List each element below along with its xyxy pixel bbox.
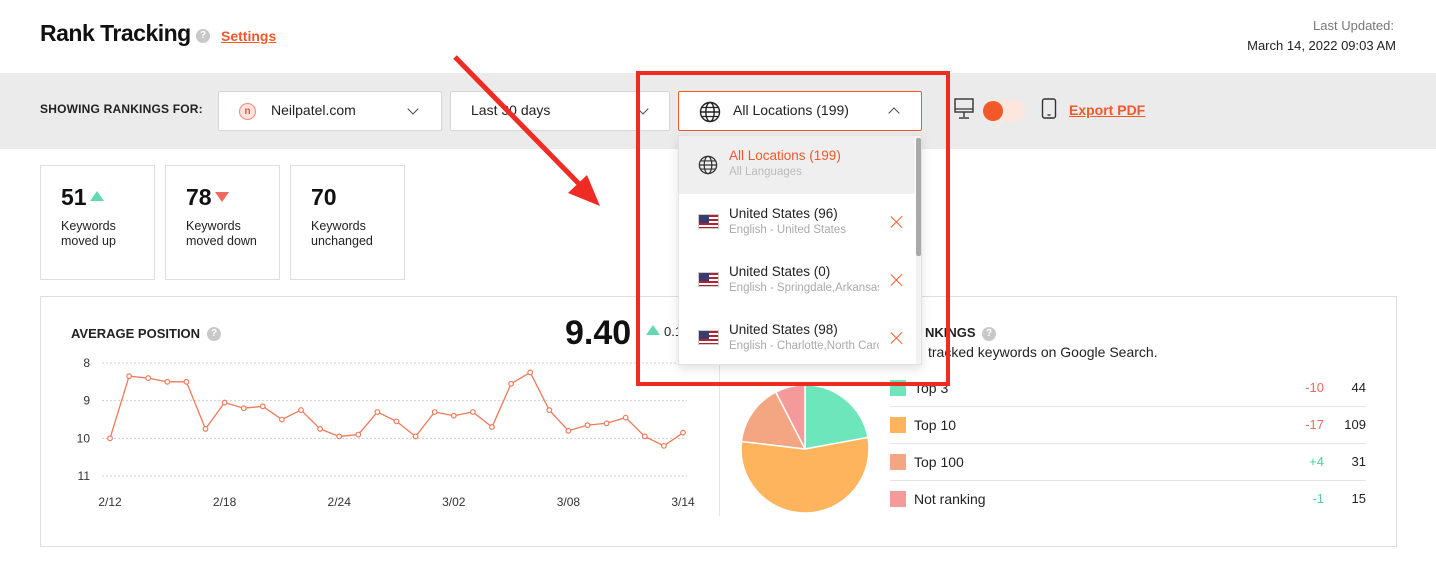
last-updated-label: Last Updated:: [1313, 18, 1394, 33]
stat-card-moved-down: 78 Keywords moved down: [165, 165, 280, 280]
legend-row-not-ranking: Not ranking -1 15: [890, 481, 1366, 518]
data-point: [221, 399, 228, 406]
device-toggle[interactable]: [983, 100, 1025, 122]
site-select-value: Neilpatel.com: [271, 102, 356, 118]
legend-count: 15: [1351, 491, 1366, 506]
y-tick-label: 11: [78, 469, 91, 483]
data-point: [641, 433, 648, 440]
toggle-knob: [983, 101, 1003, 121]
data-point: [107, 435, 113, 442]
legend-change: -10: [1305, 380, 1324, 395]
legend-change: +4: [1309, 454, 1324, 469]
x-tick-label: 3/08: [557, 495, 581, 509]
export-pdf-link[interactable]: Export PDF: [1069, 102, 1145, 118]
data-point: [412, 433, 419, 440]
data-point: [240, 405, 247, 412]
stat-label: Keywords: [186, 219, 241, 233]
x-tick-label: 3/14: [671, 495, 695, 509]
desktop-icon[interactable]: [954, 98, 974, 120]
data-point: [164, 378, 171, 385]
y-tick-label: 8: [83, 356, 90, 370]
data-point: [680, 429, 686, 436]
date-range-value: Last 30 days: [471, 102, 551, 118]
stat-value: 51: [61, 184, 87, 210]
data-point: [336, 433, 343, 440]
data-point: [431, 409, 438, 415]
page-title: Rank Tracking: [40, 20, 191, 46]
x-tick-label: 2/12: [98, 495, 122, 509]
data-point: [584, 422, 591, 429]
legend-label: Not ranking: [914, 491, 986, 507]
data-point: [145, 375, 152, 381]
data-point: [622, 414, 629, 421]
data-point: [202, 426, 209, 432]
trend-down-icon: [214, 192, 229, 202]
data-point: [603, 420, 610, 427]
data-point: [393, 418, 400, 425]
stat-label: moved up: [61, 234, 116, 248]
data-point: [527, 369, 534, 376]
stat-value: 70: [311, 184, 337, 210]
stat-card-unchanged: 70 Keywords unchanged: [290, 165, 405, 280]
annotation-highlight-box: [636, 71, 950, 386]
settings-link[interactable]: Settings: [221, 28, 276, 44]
stat-label: moved down: [186, 234, 257, 248]
data-point: [298, 407, 304, 413]
legend-swatch: [890, 491, 906, 507]
legend-row-top-10: Top 10 -17 109: [890, 407, 1366, 444]
legend-row-top-100: Top 100 +4 31: [890, 444, 1366, 481]
stat-value: 78: [186, 184, 212, 210]
data-point: [565, 427, 572, 434]
average-position-line-chart: 8 9 10 11 2/12 2/18 2/24 3/02 3/08 3/14: [77, 356, 695, 509]
data-point: [355, 431, 362, 438]
help-icon[interactable]: ?: [207, 327, 221, 341]
data-point: [278, 416, 285, 423]
legend-change: -17: [1305, 417, 1324, 432]
chevron-down-icon: [407, 103, 419, 115]
legend-count: 31: [1351, 454, 1366, 469]
data-point: [470, 409, 476, 415]
help-icon[interactable]: ?: [982, 327, 996, 341]
y-tick-label: 9: [83, 394, 90, 408]
legend-label: Top 10: [914, 417, 957, 433]
data-point: [317, 426, 324, 432]
data-point: [183, 378, 190, 385]
trend-up-icon: [89, 191, 104, 201]
legend-swatch: [890, 417, 906, 433]
help-icon[interactable]: ?: [196, 29, 210, 43]
legend-change: -1: [1312, 491, 1324, 506]
legend-label: Top 100: [914, 454, 964, 470]
average-position-line: [109, 371, 684, 447]
legend-count: 44: [1351, 380, 1366, 395]
stat-label: Keywords: [61, 219, 116, 233]
legend-swatch: [890, 454, 906, 470]
data-point: [126, 373, 132, 380]
site-select[interactable]: n Neilpatel.com: [218, 91, 442, 131]
data-point: [546, 407, 553, 413]
last-updated-value: March 14, 2022 09:03 AM: [1247, 38, 1396, 53]
rankings-pie-chart: [740, 385, 870, 514]
data-point: [661, 442, 667, 449]
y-tick-label: 10: [77, 431, 91, 445]
data-point: [450, 412, 457, 419]
mobile-icon[interactable]: [1041, 98, 1057, 120]
data-point: [508, 380, 515, 387]
site-logo-icon: n: [239, 103, 256, 120]
stat-card-moved-up: 51 Keywords moved up: [40, 165, 155, 280]
data-point: [374, 409, 381, 415]
x-tick-label: 3/02: [442, 495, 466, 509]
stat-label: Keywords: [311, 219, 366, 233]
average-position-value: 9.40: [565, 314, 632, 352]
legend-row-top-3: Top 3 -10 44: [890, 370, 1366, 407]
legend-count: 109: [1344, 417, 1366, 432]
stat-label: unchanged: [311, 234, 373, 248]
showing-rankings-label: SHOWING RANKINGS FOR:: [40, 102, 203, 116]
average-position-title: AVERAGE POSITION: [71, 326, 201, 341]
data-point: [489, 424, 495, 430]
x-tick-label: 2/24: [328, 495, 352, 509]
rankings-subtitle: tracked keywords on Google Search.: [928, 344, 1158, 360]
data-point: [259, 403, 266, 410]
x-tick-label: 2/18: [213, 495, 237, 509]
